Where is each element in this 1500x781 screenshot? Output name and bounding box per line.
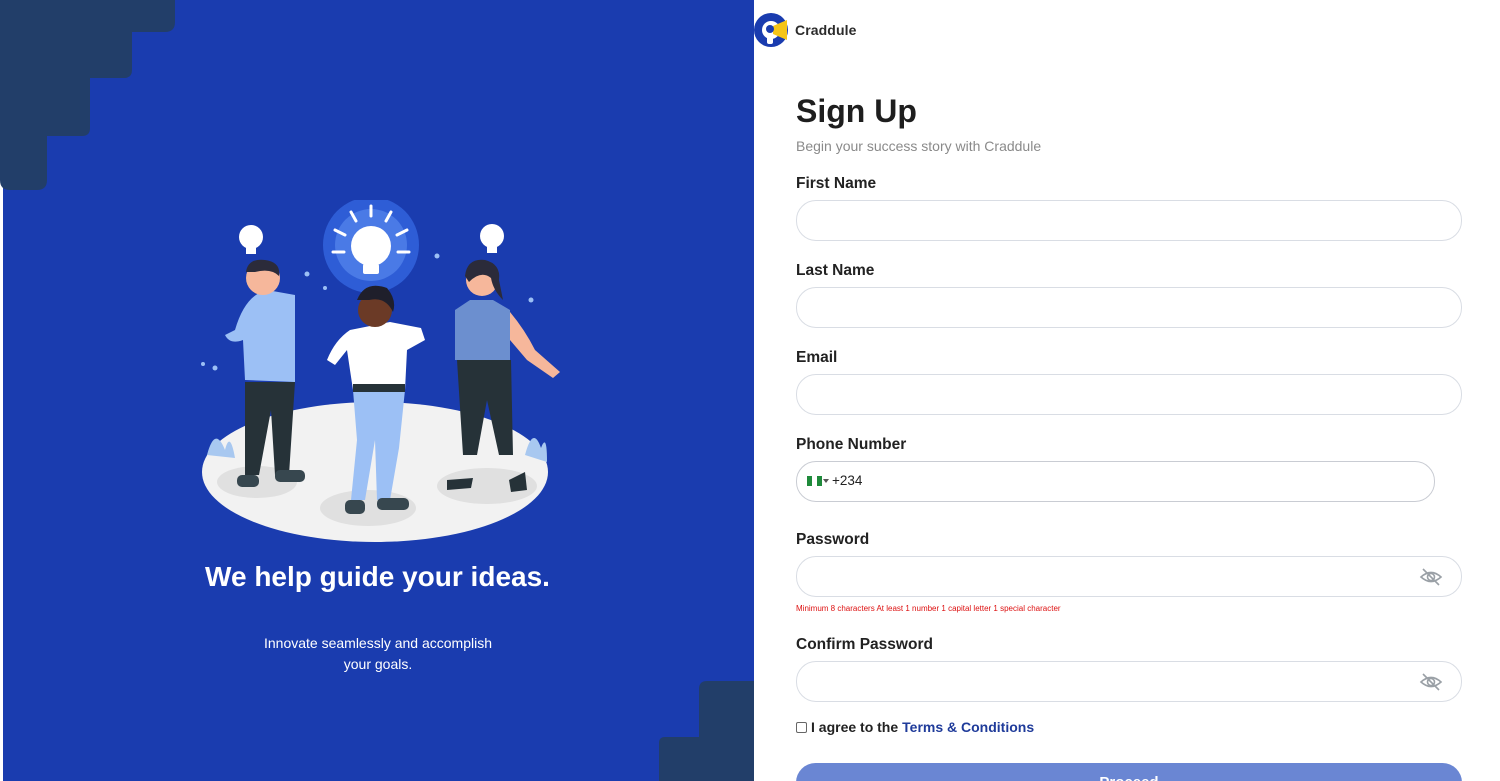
terms-agreement: I agree to the Terms & Conditions (796, 719, 1462, 735)
email-group: Email (796, 348, 1462, 415)
hero-subtitle: Innovate seamlessly and accomplish your … (263, 635, 492, 672)
nigeria-flag-icon[interactable] (807, 476, 822, 486)
proceed-button[interactable]: Proceed (796, 763, 1462, 781)
craddule-logo-icon (754, 13, 788, 47)
terms-checkbox[interactable] (796, 721, 807, 733)
eye-off-icon[interactable] (1419, 670, 1443, 694)
page-title: Sign Up (796, 93, 917, 129)
phone-field-wrapper: +234 (796, 461, 1435, 502)
first-name-label: First Name (796, 175, 877, 192)
first-name-input[interactable] (813, 201, 1413, 240)
last-name-field-wrapper (796, 287, 1462, 328)
first-name-group: First Name (796, 174, 1462, 241)
password-group: Password Minimum 8 characters At least 1… (796, 530, 1462, 615)
promo-panel: We help guide your ideas. Innovate seaml… (0, 0, 754, 781)
decorative-steps-top-left (0, 0, 175, 190)
password-label: Password (796, 531, 870, 548)
confirm-password-field-wrapper (796, 661, 1462, 702)
decorative-steps-bottom-right (659, 681, 754, 781)
page-subtitle: Begin your success story with Craddule (796, 138, 1042, 154)
confirm-password-label: Confirm Password (796, 636, 933, 653)
signup-form: Sign Up Begin your success story with Cr… (796, 92, 1462, 781)
eye-off-icon[interactable] (1419, 565, 1443, 589)
dial-code: +234 (832, 473, 863, 488)
password-requirements-hint: Minimum 8 characters At least 1 number 1… (796, 604, 1061, 613)
team-illustration (185, 197, 575, 550)
last-name-input[interactable] (813, 288, 1413, 327)
last-name-label: Last Name (796, 262, 875, 279)
last-name-group: Last Name (796, 261, 1462, 328)
confirm-password-group: Confirm Password (796, 635, 1462, 702)
country-dropdown-icon[interactable] (823, 479, 829, 483)
password-field-wrapper (796, 556, 1462, 597)
terms-prefix: I agree to the (811, 719, 899, 735)
phone-label: Phone Number (796, 436, 907, 453)
password-input[interactable] (813, 557, 1413, 596)
terms-link[interactable]: Terms & Conditions (902, 719, 1034, 735)
brand-name: Craddule (795, 22, 857, 38)
email-label: Email (796, 349, 838, 366)
phone-input[interactable] (871, 462, 1411, 501)
signup-page: We help guide your ideas. Innovate seaml… (0, 0, 1500, 781)
hero-title: We help guide your ideas. (205, 561, 550, 592)
first-name-field-wrapper (796, 200, 1462, 241)
email-input[interactable] (813, 375, 1413, 414)
email-field-wrapper (796, 374, 1462, 415)
confirm-password-input[interactable] (813, 662, 1413, 701)
brand-logo[interactable]: Craddule (753, 12, 856, 48)
phone-group: Phone Number +234 (796, 435, 1462, 502)
